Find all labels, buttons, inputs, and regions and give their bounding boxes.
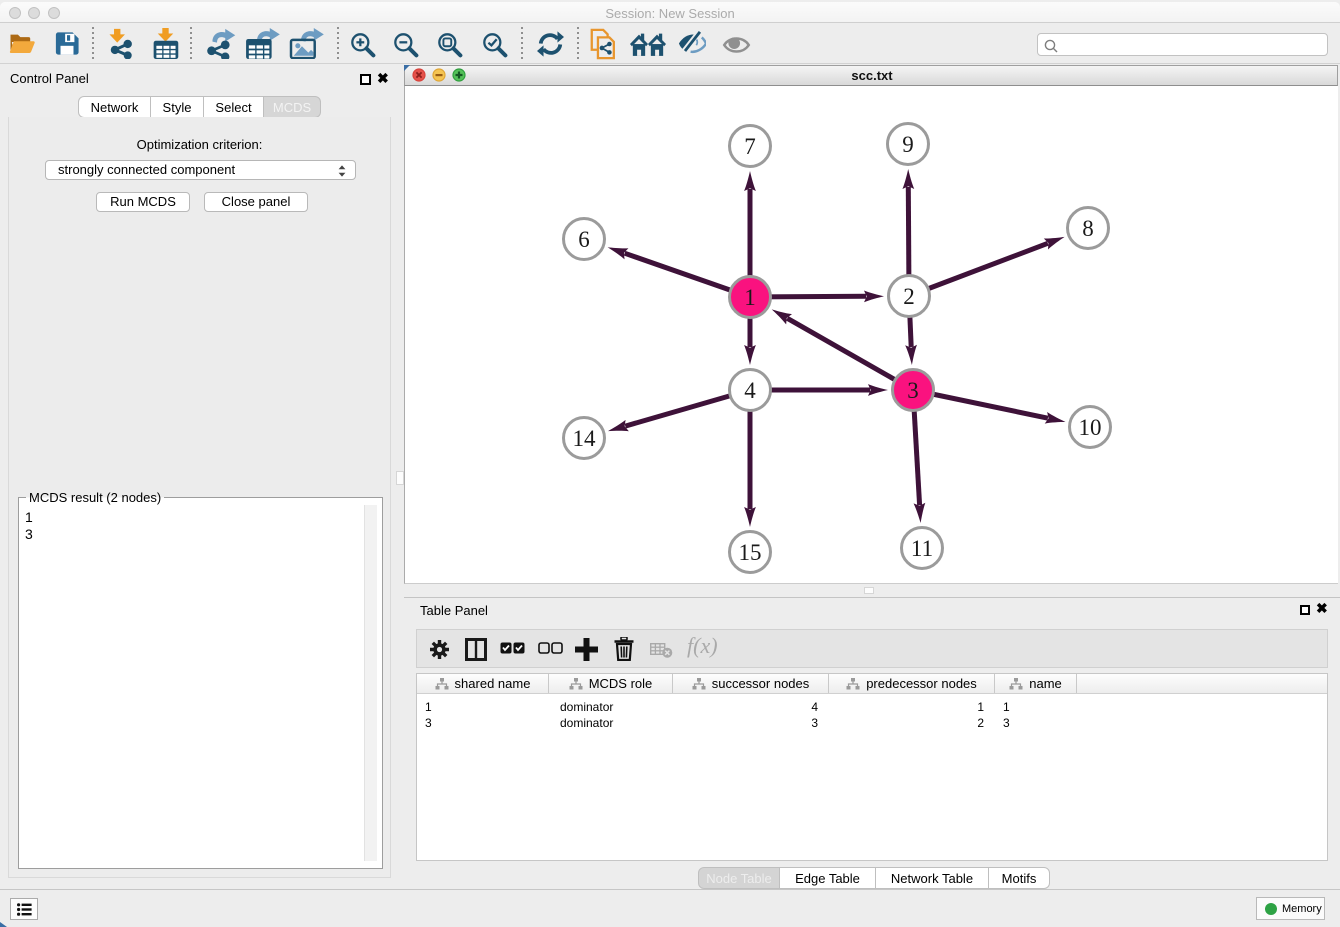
svg-text:1: 1 xyxy=(744,285,756,310)
svg-text:2: 2 xyxy=(903,284,915,309)
svg-text:8: 8 xyxy=(1082,216,1094,241)
svg-text:9: 9 xyxy=(902,132,914,157)
svg-text:15: 15 xyxy=(739,540,762,565)
svg-text:11: 11 xyxy=(911,536,933,561)
svg-text:7: 7 xyxy=(744,134,756,159)
svg-text:10: 10 xyxy=(1079,415,1102,440)
svg-text:3: 3 xyxy=(907,378,919,403)
svg-text:4: 4 xyxy=(744,378,756,403)
svg-text:6: 6 xyxy=(578,227,590,252)
svg-text:14: 14 xyxy=(573,426,597,451)
